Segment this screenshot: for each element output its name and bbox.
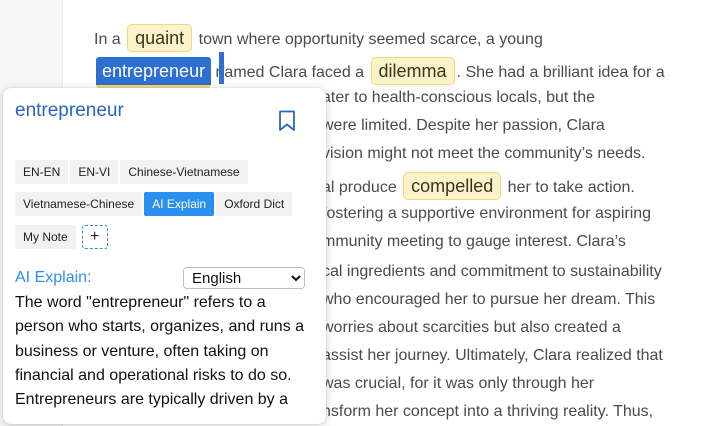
add-tab-button[interactable]: + (81, 225, 108, 249)
bookmark-icon[interactable] (277, 110, 297, 132)
tab-ai-explain[interactable]: AI Explain (144, 192, 215, 216)
highlighted-word[interactable]: quaint (127, 24, 193, 52)
tab-en-en[interactable]: EN-EN (15, 160, 69, 184)
tab-en-vi[interactable]: EN-VI (70, 160, 119, 184)
article-line: entrepreneur named Clara faced a dilemma… (96, 57, 665, 88)
dictionary-popup: entrepreneur EN-EN EN-VI Chinese-Vietnam… (3, 88, 326, 424)
popup-word-title: entrepreneur (15, 100, 124, 121)
article-line: was crucial, for it was only through her (322, 375, 595, 392)
article-line: vision might not meet the community’s ne… (322, 145, 646, 162)
text-span: named Clara faced a (215, 64, 365, 81)
language-select[interactable]: English (183, 267, 305, 289)
tab-oxford-dict[interactable]: Oxford Dict (216, 192, 293, 216)
highlighted-word[interactable]: compelled (403, 172, 502, 200)
article-line: ater to health-conscious locals, but the (322, 89, 596, 106)
tab-my-note[interactable]: My Note (15, 225, 76, 249)
text-span: her to take action. (507, 179, 635, 196)
tab-vietnamese-chinese[interactable]: Vietnamese-Chinese (15, 192, 143, 216)
selected-word[interactable]: entrepreneur (96, 57, 212, 88)
dictionary-tabs-row-3: My Note + (15, 225, 108, 249)
article-line: In a quaint town where opportunity seeme… (94, 24, 543, 52)
selection-caret (219, 52, 224, 84)
article-line: worries about scarcities but also create… (322, 319, 621, 336)
text-span: town where opportunity seemed scarce, a … (198, 31, 543, 48)
article-line: fostering a supportive environment for a… (322, 205, 652, 222)
article-line: mmunity meeting to gauge interest. Clara… (322, 233, 626, 250)
text-span: . She had a brilliant idea for a (456, 64, 665, 81)
text-span: al produce (322, 179, 397, 196)
article-line: nsform her concept into a thriving reali… (322, 403, 654, 420)
article-line: were limited. Despite her passion, Clara (322, 117, 605, 134)
ai-explanation-text: The word "entrepreneur" refers to a pers… (15, 294, 305, 409)
tab-chinese-vietnamese[interactable]: Chinese-Vietnamese (120, 160, 248, 184)
article-line: cal ingredients and commitment to sustai… (322, 263, 662, 280)
article-line: assist her journey. Ultimately, Clara re… (322, 347, 663, 364)
article-line: who encouraged her to pursue her dream. … (322, 291, 656, 308)
section-label-ai-explain: AI Explain: (15, 269, 92, 286)
text-span: In a (94, 31, 121, 48)
article-line: al produce compelled her to take action. (322, 172, 635, 200)
dictionary-tabs-row-2: Vietnamese-Chinese AI Explain Oxford Dic… (15, 192, 293, 216)
highlighted-word[interactable]: dilemma (370, 57, 455, 85)
dictionary-tabs-row-1: EN-EN EN-VI Chinese-Vietnamese (15, 160, 248, 184)
